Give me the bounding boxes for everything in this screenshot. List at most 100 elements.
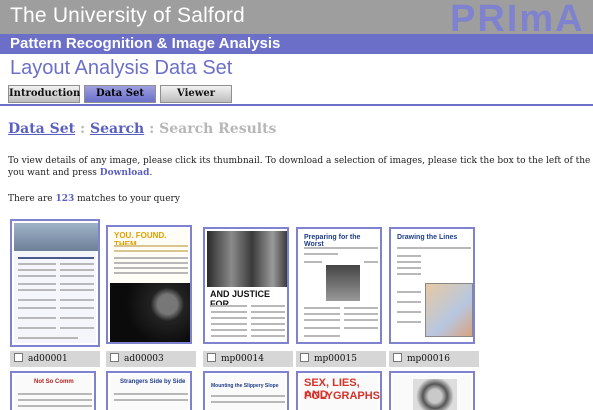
thumbnail-mp00014[interactable]: AND JUSTICE FOR...: [203, 227, 289, 344]
text-line: [114, 393, 188, 395]
breadcrumb-current: Search Results: [159, 121, 277, 137]
thumbnail-headline: Drawing the Lines: [397, 234, 458, 241]
thumbnail-mp00015[interactable]: Preparing for the Worst: [296, 227, 382, 344]
text-line: [211, 305, 247, 307]
match-count: There are 123 matches to your query: [8, 194, 180, 204]
text-line: [364, 261, 378, 263]
result-caption: ad00001: [10, 351, 100, 367]
breadcrumb-separator: :: [75, 121, 91, 137]
text-line: [344, 327, 378, 329]
download-link[interactable]: Download: [100, 168, 150, 178]
portrait-photo: [413, 379, 457, 410]
document-page-image: Not So Comm: [14, 375, 92, 410]
text-line: [114, 250, 188, 252]
thumbnail-row2-2[interactable]: Strangers Side by Side: [106, 371, 192, 410]
instructions-line2: you want and press Download.: [8, 168, 152, 178]
thumbnail-headline: Preparing for the Worst: [304, 234, 361, 248]
tab-introduction[interactable]: Introduction: [8, 85, 80, 103]
breadcrumb: Data Set : Search : Search Results: [8, 121, 276, 137]
text-line: [60, 289, 94, 291]
thumbnail-row2-3[interactable]: Mounting the Slippery Slope: [203, 371, 289, 410]
text-line: [18, 257, 94, 259]
map-image: [425, 283, 473, 337]
text-line: [251, 323, 285, 325]
text-line: [304, 307, 340, 309]
text-line: [397, 301, 421, 303]
text-line: [18, 283, 56, 285]
text-line: [60, 327, 94, 329]
text-line: [211, 323, 247, 325]
thumbnail-headline: Not So Comm: [34, 379, 74, 385]
inset-photo: [326, 265, 360, 301]
tab-data-set[interactable]: Data Set: [84, 85, 156, 103]
document-page-image: Strangers Side by Side: [110, 375, 188, 410]
text-line: [397, 261, 421, 263]
text-line: [397, 255, 421, 257]
text-line: [211, 329, 247, 331]
document-page-image: Drawing the Lines: [393, 231, 473, 340]
result-caption: mp00015: [296, 351, 386, 367]
match-prefix: There are: [8, 194, 56, 204]
thumbnail-ad00003[interactable]: YOU. FOUND. THEM.: [106, 225, 192, 344]
thumbnail-mp00016[interactable]: Drawing the Lines: [389, 227, 475, 344]
document-page-image: AND JUSTICE FOR...: [207, 231, 287, 340]
result-id: mp00016: [407, 354, 450, 364]
text-line: [211, 401, 285, 403]
instructions-line1: To view details of any image, please cli…: [8, 156, 593, 166]
thumbnail-ad00001[interactable]: [10, 219, 100, 347]
text-line: [304, 261, 322, 263]
university-banner: The University of Salford PRImA: [0, 0, 593, 40]
text-line: [344, 313, 378, 315]
select-checkbox-ad00003[interactable]: [110, 353, 119, 362]
text-line: [18, 337, 78, 339]
text-line: [304, 253, 338, 255]
text-line: [18, 269, 56, 271]
text-line: [211, 395, 285, 397]
text-line: [60, 263, 94, 265]
match-suffix: matches to your query: [74, 194, 180, 204]
select-checkbox-ad00001[interactable]: [14, 353, 23, 362]
portrait-photo: [110, 283, 190, 342]
breadcrumb-data-set-link[interactable]: Data Set: [8, 121, 75, 137]
text-line: [397, 247, 471, 249]
thumbnail-row2-1[interactable]: Not So Comm: [10, 371, 96, 410]
document-page-image: YOU. FOUND. THEM.: [110, 229, 190, 342]
page-title: Layout Analysis Data Set: [10, 57, 233, 79]
result-caption: mp00014: [203, 351, 293, 367]
result-caption: ad00003: [106, 351, 196, 367]
tab-bar: Introduction Data Set Viewer: [8, 85, 236, 103]
text-line: [211, 317, 247, 319]
text-line: [114, 272, 188, 274]
text-line: [114, 257, 188, 259]
text-line: [18, 405, 92, 407]
thumbnail-row2-4[interactable]: SEX, LIES, AND POLYGRAPHS: [296, 371, 382, 410]
select-checkbox-mp00016[interactable]: [393, 353, 402, 362]
text-line: [251, 317, 285, 319]
text-line: [397, 273, 421, 275]
thumbnail-row2-5[interactable]: [389, 371, 475, 410]
result-id: mp00015: [314, 354, 357, 364]
match-number: 123: [55, 194, 75, 204]
text-line: [397, 311, 421, 313]
thumbnail-headline: Mounting the Slippery Slope: [211, 383, 279, 389]
text-line: [344, 307, 378, 309]
select-checkbox-mp00014[interactable]: [207, 353, 216, 362]
text-line: [251, 311, 285, 313]
text-line: [18, 399, 92, 401]
result-id: ad00003: [124, 354, 164, 364]
text-line: [60, 307, 94, 309]
result-id: mp00014: [221, 354, 264, 364]
text-line: [397, 321, 421, 323]
text-line: [211, 335, 247, 337]
breadcrumb-search-link[interactable]: Search: [90, 121, 144, 137]
text-line: [60, 269, 94, 271]
subtitle-text: Pattern Recognition & Image Analysis: [10, 35, 281, 52]
select-checkbox-mp00015[interactable]: [300, 353, 309, 362]
text-line: [397, 267, 421, 269]
text-line: [18, 393, 92, 395]
text-line: [251, 329, 285, 331]
university-title: The University of Salford: [10, 4, 245, 27]
tab-viewer[interactable]: Viewer: [160, 85, 232, 103]
text-line: [114, 245, 188, 247]
group-photo: [207, 231, 287, 287]
